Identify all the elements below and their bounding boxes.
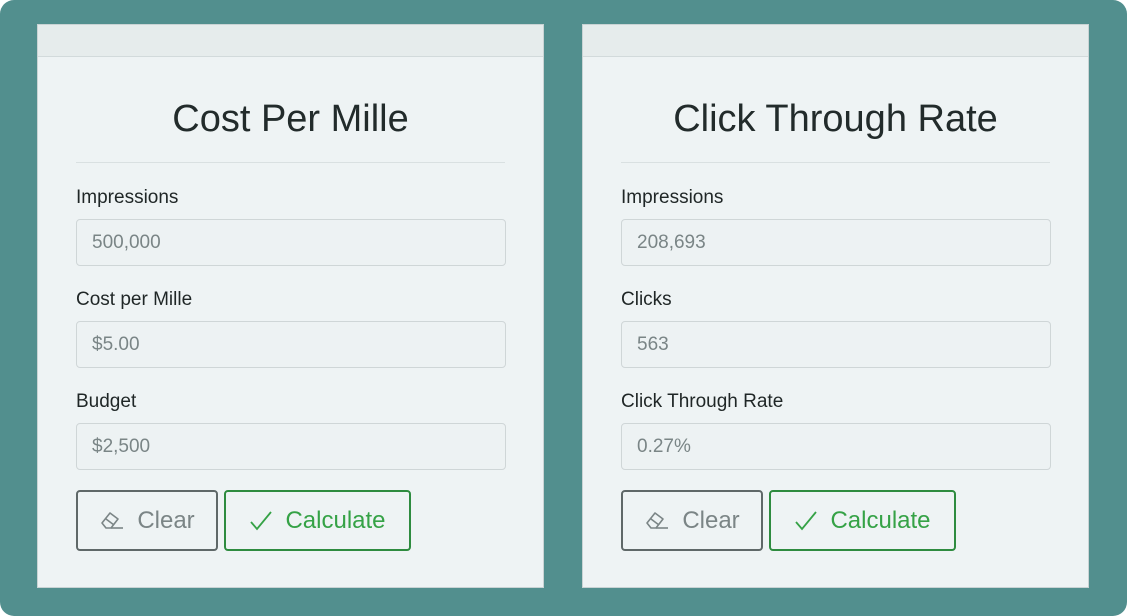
calculate-button-label: Calculate	[285, 506, 386, 534]
click-through-rate-input[interactable]	[621, 423, 1051, 470]
clicks-label: Clicks	[621, 289, 672, 310]
clicks-input[interactable]	[621, 321, 1051, 368]
calculate-button-label: Calculate	[830, 506, 931, 534]
eraser-icon	[99, 510, 125, 532]
ctr-calculator-card: Click Through Rate Impressions Clicks Cl…	[582, 24, 1089, 588]
impressions-input[interactable]	[621, 219, 1051, 266]
cpm-calculator-card: Cost Per Mille Impressions Cost per Mill…	[37, 24, 544, 588]
card-title: Click Through Rate	[673, 98, 998, 140]
card-header	[583, 25, 1088, 57]
checkmark-icon	[249, 510, 273, 532]
checkmark-icon	[794, 510, 818, 532]
impressions-input[interactable]	[76, 219, 506, 266]
click-through-rate-label: Click Through Rate	[621, 391, 784, 412]
clear-button-label: Clear	[137, 506, 195, 534]
clear-button[interactable]: Clear	[76, 490, 218, 551]
app-background: Cost Per Mille Impressions Cost per Mill…	[0, 0, 1127, 616]
budget-input[interactable]	[76, 423, 506, 470]
title-divider	[621, 162, 1050, 163]
card-title: Cost Per Mille	[172, 98, 409, 140]
cost-per-mille-label: Cost per Mille	[76, 289, 193, 310]
eraser-icon	[644, 510, 670, 532]
card-header	[38, 25, 543, 57]
calculate-button[interactable]: Calculate	[769, 490, 956, 551]
clear-button-label: Clear	[682, 506, 740, 534]
clear-button[interactable]: Clear	[621, 490, 763, 551]
calculate-button[interactable]: Calculate	[224, 490, 411, 551]
cost-per-mille-input[interactable]	[76, 321, 506, 368]
impressions-label: Impressions	[621, 187, 724, 208]
impressions-label: Impressions	[76, 187, 179, 208]
title-divider	[76, 162, 505, 163]
budget-label: Budget	[76, 391, 137, 412]
